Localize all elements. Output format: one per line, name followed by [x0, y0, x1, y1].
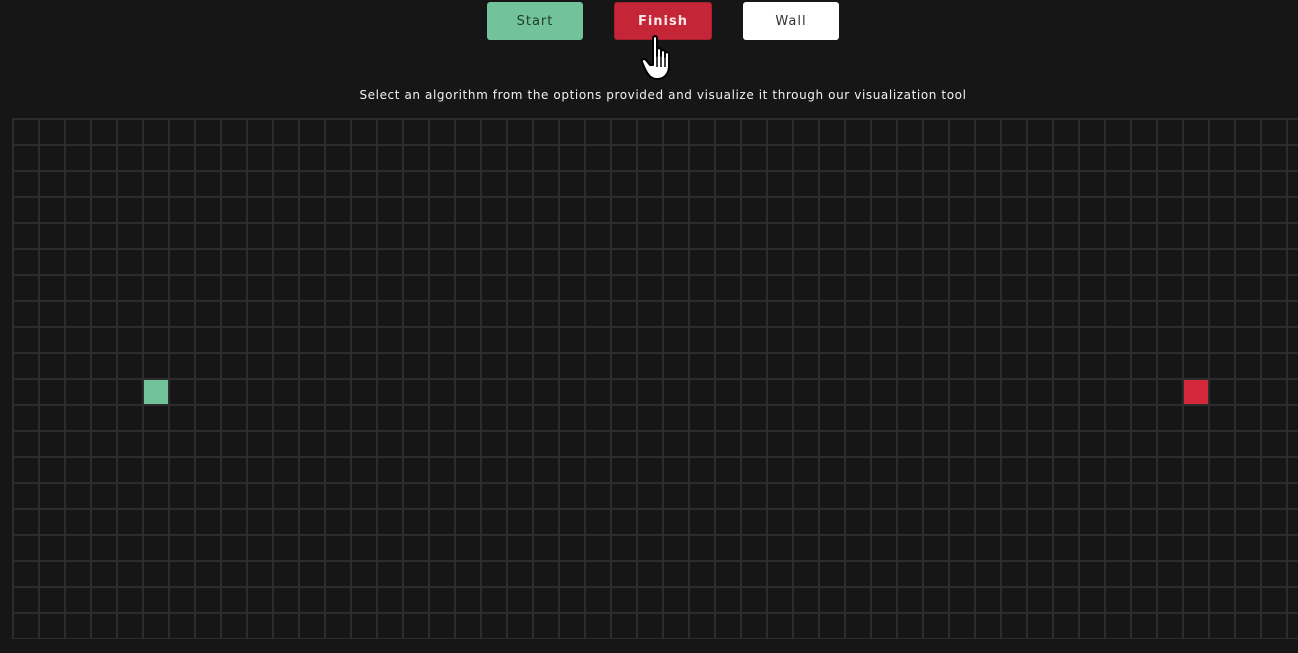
wall-button[interactable]: Wall [743, 2, 839, 40]
start-node[interactable] [144, 380, 168, 404]
finish-node[interactable] [1184, 380, 1208, 404]
pathfinding-grid[interactable] [12, 118, 1298, 639]
hand-pointer-icon [640, 35, 670, 80]
instructions-text: Select an algorithm from the options pro… [359, 88, 967, 102]
start-button[interactable]: Start [487, 2, 583, 40]
